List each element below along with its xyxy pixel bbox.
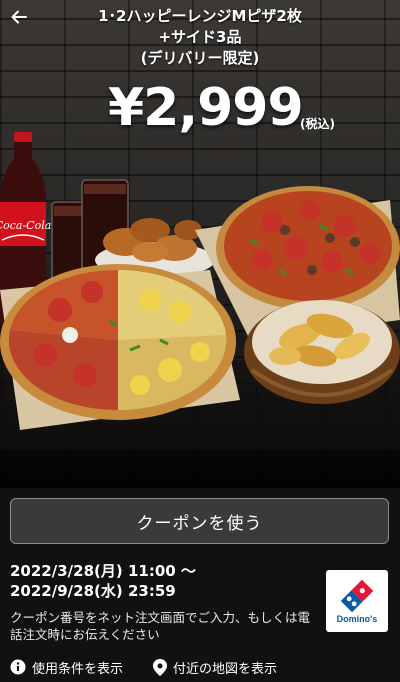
offer-title: 1･2ハッピーレンジMピザ2枚 +サイド3品 (デリバリー限定) [80, 6, 320, 69]
use-coupon-button[interactable]: クーポンを使う [10, 498, 389, 544]
coupon-instruction: クーポン番号をネット注文画面でご入力、もしくは電話注文時にお伝えください [10, 610, 311, 642]
cola-label: Coca-Cola [0, 219, 51, 232]
hero-image: 1･2ハッピーレンジMピザ2枚 +サイド3品 (デリバリー限定) ¥2,999 … [0, 0, 400, 488]
map-link[interactable]: 付近の地図を表示 [153, 658, 277, 677]
potato-basket [244, 300, 400, 404]
offer-title-line3: (デリバリー限定) [140, 49, 260, 67]
validity-start: 2022/3/28(月) 11:00 〜 [10, 562, 196, 580]
map-link-label: 付近の地図を表示 [173, 661, 278, 677]
offer-title-line2: +サイド3品 [158, 28, 242, 46]
dominos-logo: Domino's [326, 570, 388, 632]
coupon-panel: クーポンを使う 2022/3/28(月) 11:00 〜 2022/9/28(水… [0, 488, 400, 682]
info-icon [10, 659, 26, 675]
food-illustration: Coca-Cola [0, 132, 400, 450]
validity-period: 2022/3/28(月) 11:00 〜 2022/9/28(水) 23:59 [10, 561, 196, 601]
validity-end: 2022/9/28(水) 23:59 [10, 582, 176, 600]
back-button[interactable] [6, 4, 32, 30]
pizza-left [0, 264, 236, 420]
terms-link-label: 使用条件を表示 [32, 661, 124, 677]
terms-link[interactable]: 使用条件を表示 [10, 658, 123, 677]
offer-price: ¥2,999 [108, 78, 304, 138]
offer-title-line1: 1･2ハッピーレンジMピザ2枚 [98, 7, 302, 25]
use-coupon-label: クーポンを使う [136, 513, 263, 534]
footer-links: 使用条件を表示 付近の地図を表示 [10, 656, 390, 678]
pizza-right [216, 186, 400, 310]
logo-text: Domino's [336, 613, 378, 624]
location-pin-icon [153, 658, 168, 676]
arrow-left-icon [11, 10, 27, 24]
domino-tile-icon [340, 579, 374, 612]
